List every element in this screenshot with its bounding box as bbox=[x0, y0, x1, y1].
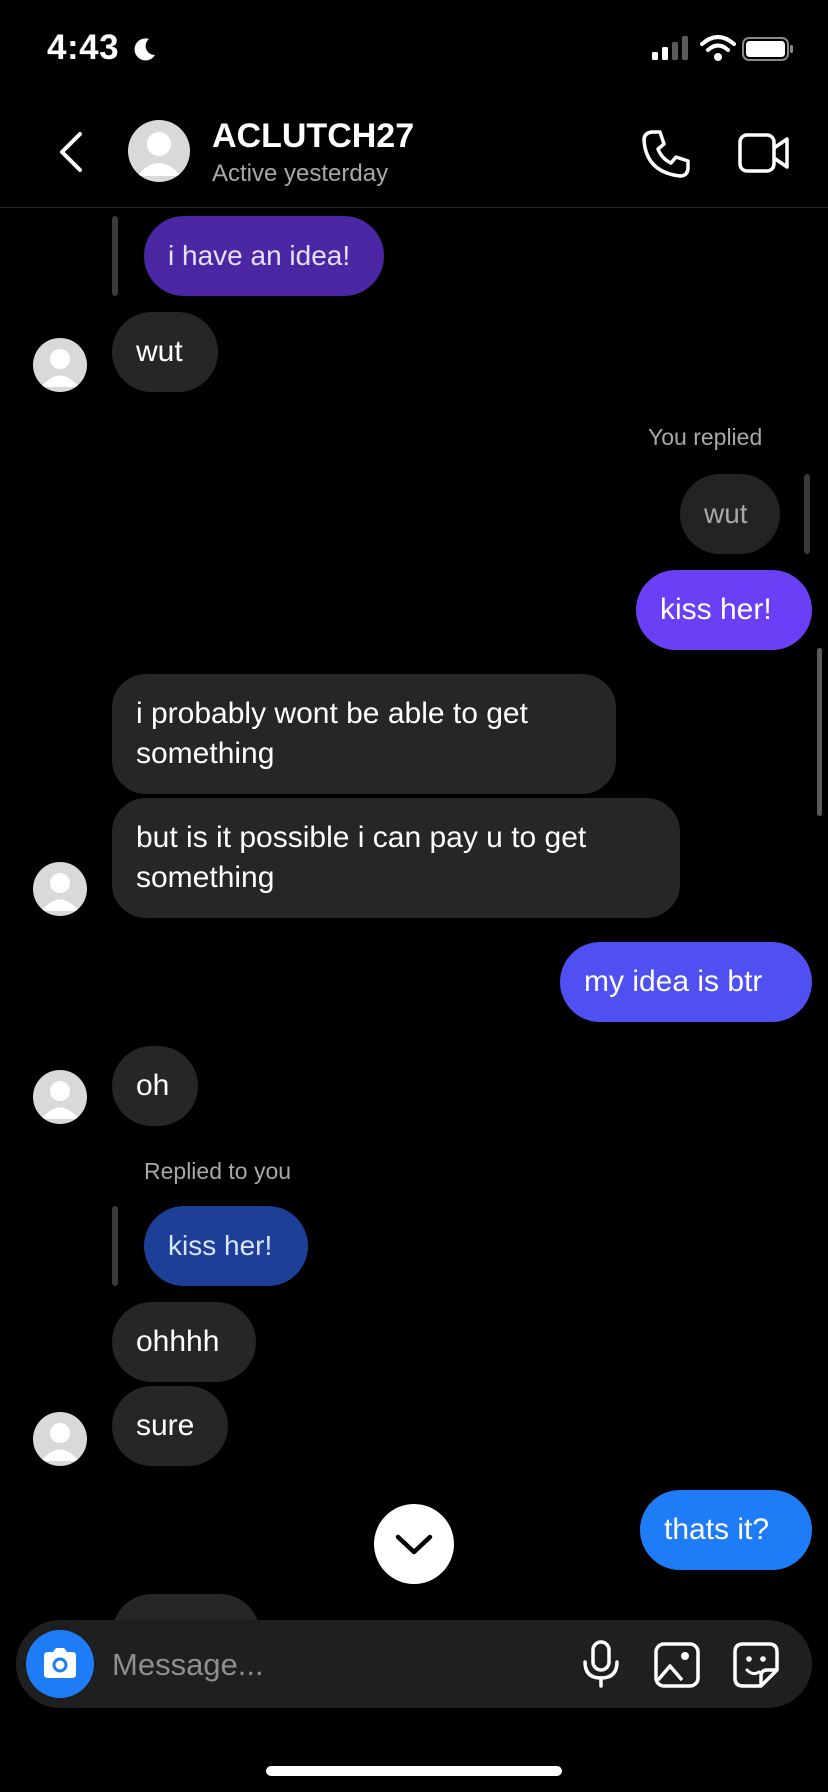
quoted-message[interactable]: wut bbox=[680, 474, 780, 554]
moon-icon bbox=[134, 38, 155, 61]
scroll-to-bottom-button[interactable] bbox=[374, 1504, 454, 1584]
outgoing-message[interactable]: thats it? bbox=[640, 1490, 812, 1570]
default-avatar-icon bbox=[41, 873, 79, 911]
phone-icon[interactable] bbox=[640, 128, 692, 180]
contact-name[interactable]: ACLUTCH27 bbox=[212, 117, 414, 156]
default-avatar-icon bbox=[41, 1423, 79, 1461]
status-time: 4:43 bbox=[47, 28, 120, 67]
sender-avatar[interactable] bbox=[33, 338, 87, 392]
back-icon[interactable] bbox=[52, 128, 92, 176]
camera-icon bbox=[44, 1648, 76, 1678]
incoming-message[interactable]: wut bbox=[112, 312, 218, 392]
quoted-message[interactable]: kiss her! bbox=[144, 1206, 308, 1286]
reply-indicator-bar bbox=[112, 1206, 118, 1286]
message-input[interactable] bbox=[110, 1630, 554, 1700]
reply-indicator-bar bbox=[112, 216, 118, 296]
cellular-signal-icon bbox=[652, 36, 688, 60]
outgoing-message[interactable]: kiss her! bbox=[636, 570, 812, 650]
gallery-icon[interactable] bbox=[654, 1642, 700, 1688]
microphone-icon[interactable] bbox=[580, 1640, 622, 1688]
sender-avatar[interactable] bbox=[33, 1070, 87, 1124]
quoted-message[interactable]: i have an idea! bbox=[144, 216, 384, 296]
incoming-message[interactable]: but is it possible i can pay u to get so… bbox=[112, 798, 680, 918]
chevron-down-icon bbox=[395, 1534, 433, 1555]
incoming-message[interactable]: ohhhh bbox=[112, 1302, 256, 1382]
sticker-icon[interactable] bbox=[733, 1642, 779, 1688]
outgoing-message[interactable]: my idea is btr bbox=[560, 942, 812, 1022]
camera-button[interactable] bbox=[26, 1630, 94, 1698]
default-avatar-icon bbox=[41, 349, 79, 387]
incoming-message[interactable]: sure bbox=[112, 1386, 228, 1466]
contact-status: Active yesterday bbox=[212, 160, 389, 187]
scrollbar[interactable] bbox=[817, 648, 822, 816]
default-avatar-icon bbox=[41, 1081, 79, 1119]
wifi-icon bbox=[700, 35, 736, 61]
reply-label: You replied bbox=[648, 424, 763, 450]
contact-avatar[interactable] bbox=[128, 120, 190, 182]
sender-avatar[interactable] bbox=[33, 1412, 87, 1466]
video-camera-icon[interactable] bbox=[738, 130, 790, 176]
reply-indicator-bar bbox=[804, 474, 810, 554]
reply-label: Replied to you bbox=[144, 1158, 292, 1184]
default-avatar-icon bbox=[137, 132, 181, 176]
incoming-message[interactable]: i probably wont be able to get something bbox=[112, 674, 616, 794]
incoming-message[interactable]: oh bbox=[112, 1046, 198, 1126]
battery-icon bbox=[742, 37, 793, 61]
sender-avatar[interactable] bbox=[33, 862, 87, 916]
home-indicator[interactable] bbox=[266, 1766, 562, 1776]
